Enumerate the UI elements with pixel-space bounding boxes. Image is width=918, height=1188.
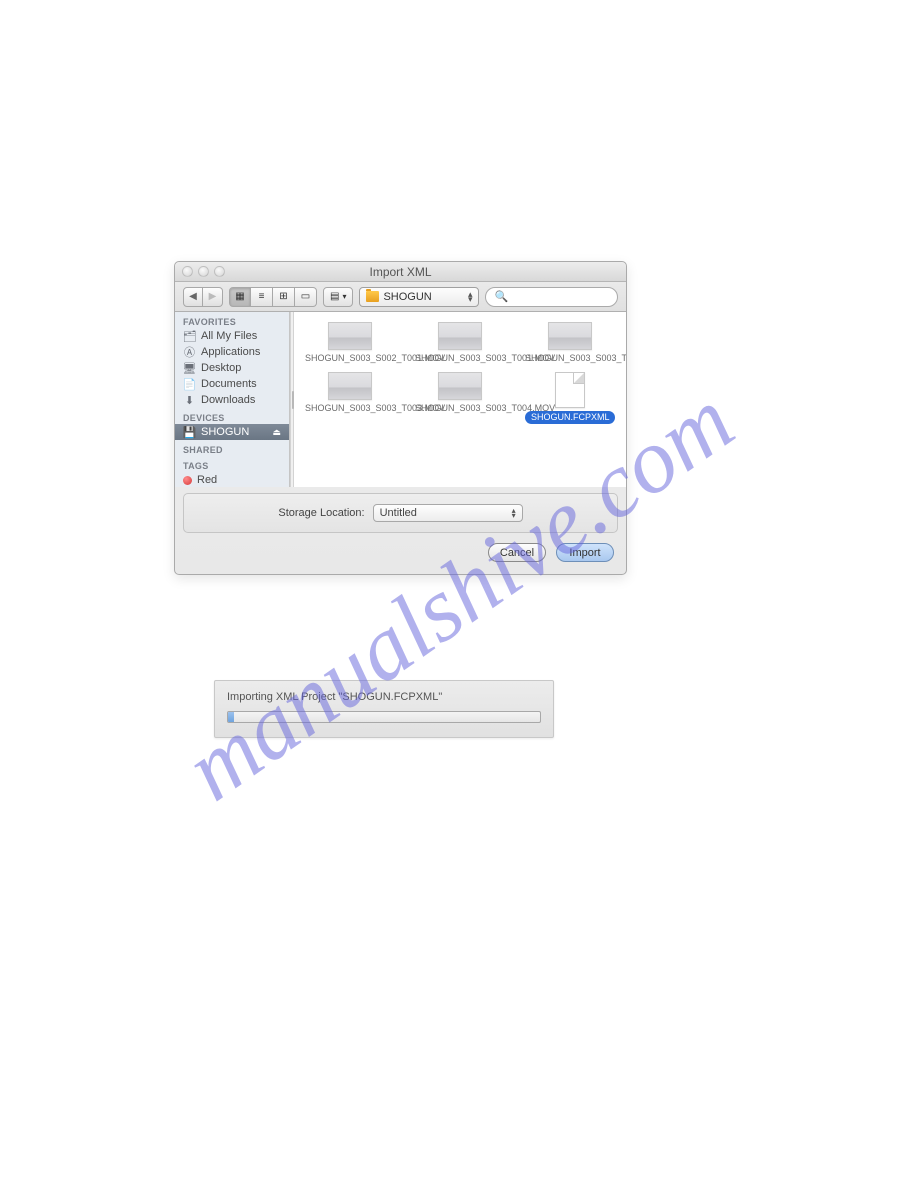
sidebar-item-label: Documents <box>201 378 257 390</box>
documents-icon: 📄 <box>183 378 196 390</box>
sidebar-item-shogun[interactable]: 💾 SHOGUN ⏏ <box>175 424 289 440</box>
nav-buttons: ◀ ▶ <box>183 287 223 307</box>
downloads-icon: ⬇ <box>183 394 196 406</box>
close-window-button[interactable] <box>182 266 193 277</box>
sidebar-item-label: SHOGUN <box>201 426 249 438</box>
document-thumb <box>555 372 585 408</box>
sidebar-item-tag-red[interactable]: Red <box>175 472 289 487</box>
progress-label: Importing XML Project "SHOGUN.FCPXML" <box>227 691 541 703</box>
columns-icon: ⊞ <box>279 291 287 302</box>
drive-icon: 💾 <box>183 426 196 438</box>
updown-icon: ▴▾ <box>468 292 473 302</box>
file-name: SHOGUN_S003_S003_T004.MOV <box>415 403 505 414</box>
video-thumb <box>548 322 592 350</box>
file-item[interactable]: SHOGUN_S003_S001_T001.MOV <box>516 312 624 316</box>
arrange-button[interactable]: ▤ ▾ <box>323 287 353 307</box>
storage-bar: Storage Location: Untitled ▴▾ <box>183 493 618 533</box>
chevron-down-icon: ▾ <box>342 292 346 301</box>
back-button[interactable]: ◀ <box>183 287 203 307</box>
sidebar-item-desktop[interactable]: 🖥 Desktop <box>175 360 289 376</box>
sidebar-item-label: All My Files <box>201 330 257 342</box>
file-grid: SHOGUN_S002_S004_T001.MOV SHOGUN_S002_S0… <box>294 312 626 487</box>
sidebar-item-documents[interactable]: 📄 Documents <box>175 376 289 392</box>
allfiles-icon: 🗂 <box>183 330 196 342</box>
sidebar-item-applications[interactable]: Ⓐ Applications <box>175 344 289 360</box>
updown-icon: ▴▾ <box>512 508 516 518</box>
dialog-buttons: Cancel Import <box>175 539 626 574</box>
shared-header: SHARED <box>175 443 289 456</box>
file-item[interactable]: SHOGUN_S003_S003_T003.MOV <box>296 370 404 426</box>
tags-header: TAGS <box>175 459 289 472</box>
cancel-button[interactable]: Cancel <box>488 543 546 562</box>
storage-value: Untitled <box>380 507 417 519</box>
progress-bar <box>227 711 541 723</box>
tag-red-icon <box>183 476 192 485</box>
applications-icon: Ⓐ <box>183 346 196 358</box>
file-name: SHOGUN.FCPXML <box>525 411 615 424</box>
window-title: Import XML <box>175 265 626 279</box>
file-item[interactable]: SHOGUN_S003_S002_T001.MOV <box>296 320 404 366</box>
storage-label: Storage Location: <box>278 507 364 519</box>
toolbar: ◀ ▶ ▦ ≡ ⊞ ▭ ▤ ▾ SHOGUN ▴▾ 🔍 <box>175 282 626 312</box>
browser-body: FAVORITES 🗂 All My Files Ⓐ Applications … <box>175 312 626 487</box>
video-thumb <box>438 372 482 400</box>
sidebar-item-label: Applications <box>201 346 260 358</box>
video-thumb <box>438 322 482 350</box>
search-icon: 🔍 <box>494 290 508 303</box>
icon-view-button[interactable]: ▦ <box>229 287 251 307</box>
sidebar-item-label: Downloads <box>201 394 255 406</box>
import-progress-panel: Importing XML Project "SHOGUN.FCPXML" <box>214 680 554 738</box>
location-name: SHOGUN <box>383 291 431 303</box>
list-icon: ≡ <box>259 291 265 302</box>
sidebar-item-all-my-files[interactable]: 🗂 All My Files <box>175 328 289 344</box>
import-xml-dialog: Import XML ◀ ▶ ▦ ≡ ⊞ ▭ ▤ ▾ SHOGUN <box>174 261 627 575</box>
favorites-header: FAVORITES <box>175 315 289 328</box>
file-item[interactable]: SHOGUN_S003_S003_T004.MOV <box>406 370 514 426</box>
location-dropdown[interactable]: SHOGUN ▴▾ <box>359 287 479 307</box>
import-button[interactable]: Import <box>556 543 614 562</box>
file-item-selected[interactable]: SHOGUN.FCPXML <box>516 370 624 426</box>
view-mode-buttons: ▦ ≡ ⊞ ▭ <box>229 287 317 307</box>
minimize-window-button[interactable] <box>198 266 209 277</box>
video-thumb <box>328 372 372 400</box>
arrange-icon: ▤ <box>330 291 339 302</box>
search-field[interactable]: 🔍 <box>485 287 618 307</box>
progress-fill <box>228 712 234 722</box>
file-name: SHOGUN_S003_S003_T003.MOV <box>305 403 395 414</box>
window-controls <box>182 266 225 277</box>
file-item[interactable]: SHOGUN_S002_S004_T001.MOV <box>296 312 404 316</box>
video-thumb <box>328 322 372 350</box>
sidebar-item-downloads[interactable]: ⬇ Downloads <box>175 392 289 408</box>
sidebar-item-label: Desktop <box>201 362 241 374</box>
sidebar-item-label: Red <box>197 474 217 486</box>
file-item[interactable]: SHOGUN_S003_S003_T001.MOV <box>406 320 514 366</box>
storage-location-dropdown[interactable]: Untitled ▴▾ <box>373 504 523 522</box>
desktop-icon: 🖥 <box>183 362 196 374</box>
coverflow-icon: ▭ <box>301 291 310 302</box>
file-item[interactable]: SHOGUN_S003_S003_T002.MOV <box>516 320 624 366</box>
titlebar: Import XML <box>175 262 626 282</box>
column-view-button[interactable]: ⊞ <box>273 287 295 307</box>
folder-icon <box>366 291 379 302</box>
grid-icon: ▦ <box>235 291 244 302</box>
sidebar-divider[interactable] <box>290 312 294 487</box>
zoom-window-button[interactable] <box>214 266 225 277</box>
forward-button[interactable]: ▶ <box>203 287 223 307</box>
eject-icon[interactable]: ⏏ <box>272 427 281 438</box>
sidebar: FAVORITES 🗂 All My Files Ⓐ Applications … <box>175 312 290 487</box>
devices-header: DEVICES <box>175 411 289 424</box>
list-view-button[interactable]: ≡ <box>251 287 273 307</box>
search-input[interactable] <box>512 291 609 303</box>
file-name: SHOGUN_S003_S003_T001.MOV <box>415 353 505 364</box>
file-name: SHOGUN_S003_S002_T001.MOV <box>305 353 395 364</box>
file-name: SHOGUN_S003_S003_T002.MOV <box>525 353 615 364</box>
file-item[interactable]: SHOGUN_S002_S005_T001.MOV <box>406 312 514 316</box>
coverflow-view-button[interactable]: ▭ <box>295 287 317 307</box>
